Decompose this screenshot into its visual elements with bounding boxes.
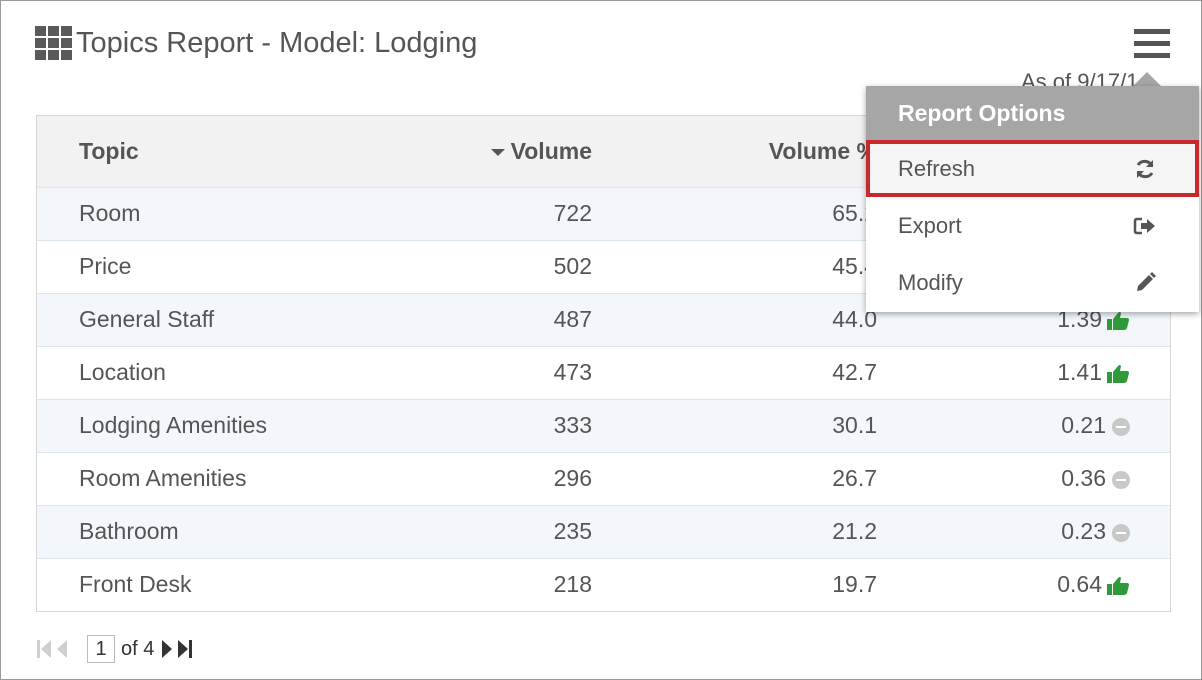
pager: of 4: [37, 633, 199, 665]
cell-volume: 235: [553, 518, 592, 544]
table-row[interactable]: Bathroom 235 21.2 0.23: [37, 505, 1170, 558]
menu-item-refresh[interactable]: Refresh: [866, 140, 1199, 197]
export-icon: [1133, 217, 1155, 234]
column-header-volume[interactable]: Volume: [419, 116, 593, 187]
table-row[interactable]: Room Amenities 296 26.7 0.36: [37, 452, 1170, 505]
cell-sentiment: 0.64: [878, 558, 1170, 611]
sentiment-value: 0.64: [1057, 571, 1102, 598]
cell-volume: 487: [553, 306, 592, 332]
menu-item-modify[interactable]: Modify: [866, 254, 1199, 311]
cell-topic: Lodging Amenities: [79, 412, 267, 438]
report-options-menu: Report Options Refresh Export Modify: [866, 86, 1199, 312]
menu-item-modify-label: Modify: [898, 269, 963, 295]
menu-item-export[interactable]: Export: [866, 197, 1199, 254]
cell-volume: 333: [553, 412, 592, 438]
neutral-icon: [1112, 417, 1130, 436]
cell-volume: 502: [553, 253, 592, 279]
thumbs-up-icon: [1107, 311, 1129, 330]
cell-sentiment: 0.36: [878, 452, 1170, 505]
cell-sentiment: 0.21: [878, 399, 1170, 452]
cell-volume: 218: [553, 571, 592, 598]
cell-volume-pct: 30.1: [832, 412, 877, 438]
cell-volume-pct: 65.2: [832, 200, 877, 226]
cell-topic: General Staff: [79, 306, 215, 332]
column-header-topic[interactable]: Topic: [37, 116, 419, 187]
next-page-button[interactable]: [162, 640, 173, 658]
menu-item-export-label: Export: [898, 212, 962, 238]
sentiment-value: 0.23: [1061, 518, 1106, 544]
hamburger-menu-icon[interactable]: [1134, 29, 1170, 59]
title-row: Topics Report - Model: Lodging: [35, 23, 477, 63]
cell-topic: Bathroom: [79, 518, 179, 544]
refresh-icon: [1136, 159, 1154, 178]
cell-topic: Room Amenities: [79, 465, 247, 491]
cell-volume: 722: [553, 200, 592, 226]
cell-volume-pct: 19.7: [832, 571, 877, 598]
dropdown-pointer: [1133, 72, 1161, 86]
cell-sentiment: 1.41: [878, 346, 1170, 399]
page-number-input[interactable]: [87, 635, 115, 663]
column-header-volume-label: Volume: [510, 137, 592, 164]
cell-volume-pct: 42.7: [832, 359, 877, 385]
page-count-label: of 4: [121, 637, 155, 660]
cell-volume: 296: [553, 465, 592, 491]
cell-volume-pct: 44.0: [832, 306, 877, 332]
cell-volume-pct: 26.7: [832, 465, 877, 491]
cell-sentiment: 0.23: [878, 505, 1170, 558]
sentiment-value: 0.36: [1061, 465, 1106, 491]
table-row[interactable]: Front Desk 218 19.7 0.64: [37, 558, 1170, 611]
cell-topic: Location: [79, 359, 166, 385]
cell-topic: Front Desk: [79, 571, 192, 598]
grid-icon: [35, 26, 72, 60]
cell-topic: Room: [79, 200, 141, 226]
page-title: Topics Report - Model: Lodging: [76, 26, 478, 59]
pencil-icon: [1137, 271, 1156, 291]
table-row[interactable]: Location 473 42.7 1.41: [37, 346, 1170, 399]
first-page-button[interactable]: [37, 640, 51, 658]
thumbs-up-icon: [1107, 364, 1129, 383]
table-row[interactable]: Lodging Amenities 333 30.1 0.21: [37, 399, 1170, 452]
neutral-icon: [1112, 470, 1130, 489]
report-options-header: Report Options: [866, 86, 1199, 140]
menu-item-refresh-label: Refresh: [898, 155, 976, 181]
column-header-volume-pct[interactable]: Volume %: [593, 116, 878, 187]
sentiment-value: 1.41: [1057, 359, 1102, 385]
thumbs-up-icon: [1107, 577, 1129, 596]
previous-page-button[interactable]: [57, 640, 67, 658]
cell-volume: 473: [553, 359, 592, 385]
neutral-icon: [1112, 523, 1130, 542]
cell-volume-pct: 45.4: [832, 253, 877, 279]
sentiment-value: 0.21: [1061, 412, 1106, 438]
sort-descending-icon: [490, 149, 505, 157]
cell-topic: Price: [79, 253, 132, 279]
last-page-button[interactable]: [178, 640, 193, 658]
cell-volume-pct: 21.2: [832, 518, 877, 544]
